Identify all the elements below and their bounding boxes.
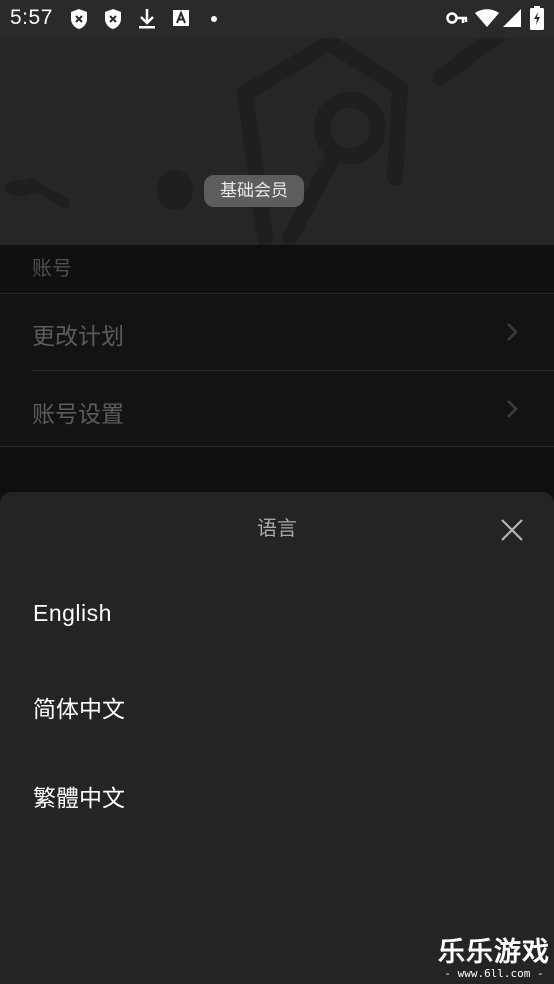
site-watermark: 乐乐游戏 - www.6ll.com - — [438, 938, 550, 980]
battery-charging-icon — [530, 6, 544, 30]
language-option-label: 繁體中文 — [33, 786, 125, 812]
language-option-simplified-chinese[interactable]: 简体中文 — [0, 670, 554, 740]
cellular-signal-icon — [503, 9, 521, 27]
membership-badge: 基础会员 — [204, 175, 304, 207]
divider — [0, 446, 554, 447]
vpn-key-icon — [446, 12, 468, 24]
status-time: 5:57 — [10, 6, 53, 29]
close-icon[interactable] — [500, 518, 524, 542]
change-plan-label: 更改计划 — [32, 324, 124, 350]
account-section-label: 账号 — [32, 256, 72, 280]
language-option-label: English — [33, 600, 112, 626]
font-a-icon — [173, 10, 189, 26]
language-option-english[interactable]: English — [0, 580, 554, 650]
account-settings-label: 账号设置 — [32, 402, 124, 428]
wifi-icon — [475, 9, 499, 27]
header-background-art — [4, 38, 507, 245]
sheet-title: 语言 — [257, 516, 297, 540]
divider — [0, 293, 554, 294]
change-plan-item[interactable]: 更改计划 — [0, 295, 554, 371]
language-option-traditional-chinese[interactable]: 繁體中文 — [0, 760, 554, 830]
download-icon — [139, 9, 155, 29]
shield-x-icon — [105, 9, 121, 29]
language-option-label: 简体中文 — [33, 697, 125, 723]
profile-header: 基础会员 — [0, 38, 554, 245]
status-bar: 5:57 — [0, 0, 554, 38]
shield-x-icon — [71, 9, 87, 29]
watermark-title: 乐乐游戏 — [438, 937, 550, 968]
account-settings-item[interactable]: 账号设置 — [0, 371, 554, 447]
chevron-right-icon — [507, 400, 518, 418]
language-bottom-sheet: 语言 English 简体中文 繁體中文 — [0, 492, 554, 984]
watermark-url: - www.6ll.com - — [444, 967, 544, 980]
chevron-right-icon — [507, 323, 518, 341]
notification-dot-icon — [211, 16, 217, 22]
